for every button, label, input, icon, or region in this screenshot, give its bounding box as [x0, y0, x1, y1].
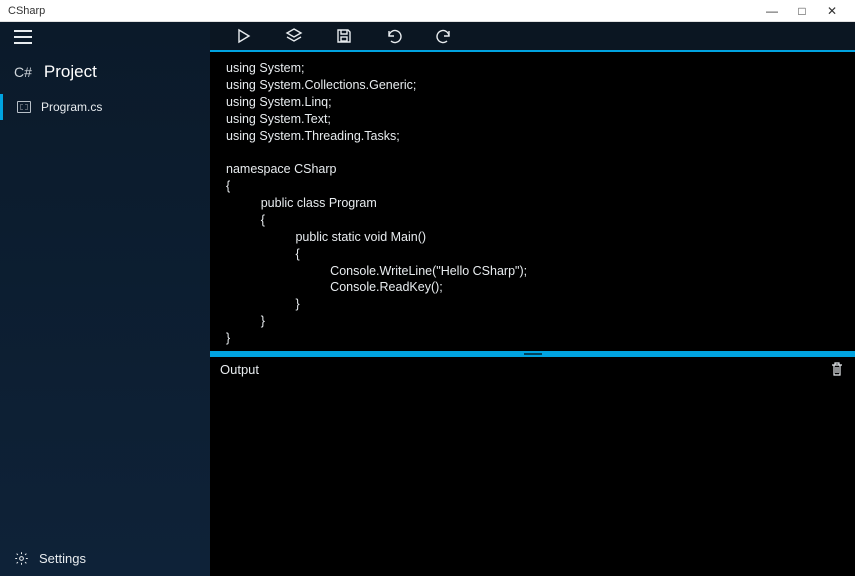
undo-button[interactable] — [384, 26, 404, 46]
output-title: Output — [220, 362, 829, 377]
settings-label: Settings — [39, 551, 86, 566]
grip-icon — [524, 353, 542, 355]
main-panel: using System; using System.Collections.G… — [210, 22, 855, 576]
minimize-button[interactable]: — — [757, 0, 787, 22]
language-badge: C# — [14, 64, 32, 80]
save-button[interactable] — [334, 26, 354, 46]
settings-button[interactable]: Settings — [0, 541, 210, 576]
redo-icon — [435, 28, 453, 44]
play-icon — [237, 28, 251, 44]
file-list: Program.cs — [0, 94, 210, 541]
run-button[interactable] — [234, 26, 254, 46]
save-icon — [336, 28, 352, 44]
code-file-icon — [17, 101, 31, 113]
file-item-program[interactable]: Program.cs — [0, 94, 210, 120]
undo-icon — [385, 28, 403, 44]
maximize-button[interactable]: □ — [787, 0, 817, 22]
file-name: Program.cs — [41, 100, 102, 114]
layers-icon — [285, 27, 303, 45]
redo-button[interactable] — [434, 26, 454, 46]
editor-toolbar — [210, 22, 855, 52]
project-header: C# Project — [0, 52, 210, 94]
project-label: Project — [44, 62, 97, 82]
gear-icon — [14, 551, 29, 566]
window-titlebar: CSharp — □ ✕ — [0, 0, 855, 22]
output-panel[interactable] — [210, 381, 855, 576]
clear-output-button[interactable] — [829, 361, 845, 377]
hamburger-menu-icon[interactable] — [14, 30, 32, 44]
sidebar: C# Project Program.cs Settings — [0, 22, 210, 576]
close-button[interactable]: ✕ — [817, 0, 847, 22]
layers-button[interactable] — [284, 26, 304, 46]
window-title: CSharp — [8, 5, 757, 17]
window-controls: — □ ✕ — [757, 0, 847, 22]
output-header: Output — [210, 357, 855, 381]
code-editor[interactable]: using System; using System.Collections.G… — [210, 52, 855, 351]
